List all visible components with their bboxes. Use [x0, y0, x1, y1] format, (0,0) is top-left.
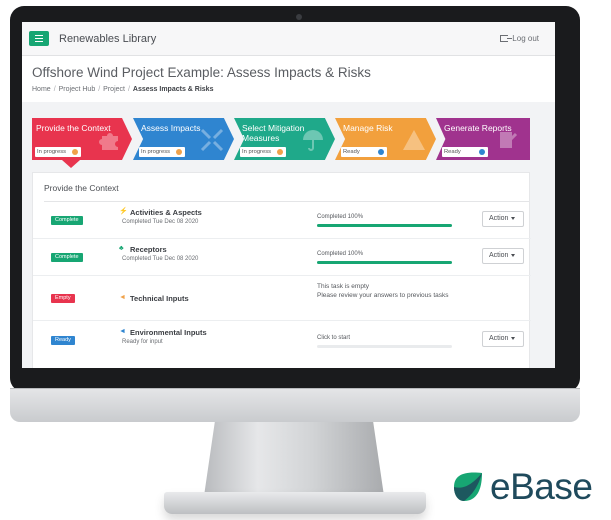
action-dropdown-button[interactable]: Action: [482, 331, 524, 347]
report-icon: [496, 128, 520, 152]
top-bar: Renewables Library Log out: [22, 22, 555, 56]
breadcrumb-current: Assess Impacts & Risks: [132, 86, 214, 93]
step-provide-context[interactable]: Provide the Context In progress: [32, 118, 132, 160]
task-row: Complete ⚡ Activities & Aspects Complete…: [33, 202, 531, 239]
camera-dot: [296, 14, 302, 20]
status-badge: Complete: [51, 253, 83, 262]
puzzle-icon: [98, 128, 122, 152]
step-status-label: In progress: [242, 149, 271, 155]
section-title: Provide the Context: [44, 183, 119, 193]
monitor-stand-foot: [164, 492, 426, 514]
task-message: This task is empty Please review your an…: [317, 283, 449, 299]
step-generate-reports[interactable]: Generate Reports Ready: [436, 118, 530, 160]
step-status: In progress: [240, 147, 286, 157]
step-status-label: Ready: [343, 149, 360, 155]
progress-fill: [317, 261, 452, 264]
workflow-steps: Provide the Context In progress Assess I…: [32, 118, 530, 160]
logout-icon: [500, 35, 513, 42]
breadcrumb-separator: /: [98, 86, 101, 93]
caret-down-icon: [511, 336, 516, 340]
progress-bar: [317, 224, 452, 227]
task-name[interactable]: Environmental Inputs: [130, 328, 207, 337]
breadcrumb: Home / Project Hub / Project / Assess Im…: [32, 86, 555, 93]
step-status: In progress: [139, 147, 185, 157]
progress-label: Completed 100%: [317, 251, 364, 257]
progress-label: Click to start: [317, 335, 351, 341]
task-name[interactable]: Activities & Aspects: [130, 208, 202, 217]
step-assess-impacts[interactable]: Assess Impacts In progress: [133, 118, 234, 160]
progress-fill: [317, 224, 452, 227]
step-status: Ready: [442, 147, 488, 157]
app-title: Renewables Library: [59, 32, 157, 45]
logout-link[interactable]: Log out: [500, 34, 539, 43]
step-manage-risk[interactable]: Manage Risk Ready: [335, 118, 436, 160]
task-subtitle: Ready for input: [122, 339, 163, 345]
brand-name: eBase: [490, 466, 593, 507]
task-name[interactable]: Receptors: [130, 245, 167, 254]
action-dropdown-button[interactable]: Action: [482, 248, 524, 264]
task-name[interactable]: Technical Inputs: [130, 294, 189, 303]
status-dot-icon: [277, 149, 283, 155]
step-status: In progress: [35, 147, 81, 157]
breadcrumb-project-hub[interactable]: Project Hub: [59, 86, 96, 93]
breadcrumb-separator: /: [53, 86, 56, 93]
lightning-icon: ⚡: [119, 208, 128, 215]
active-step-pointer: [62, 160, 80, 168]
monitor-stand-neck: [204, 422, 384, 496]
status-badge: Empty: [51, 294, 75, 303]
action-dropdown-button[interactable]: Action: [482, 211, 524, 227]
monitor-chin: [10, 388, 580, 422]
progress-label: Completed 100%: [317, 214, 364, 220]
warning-icon: [402, 128, 426, 152]
page-header: Offshore Wind Project Example: Assess Im…: [22, 56, 555, 102]
status-dot-icon: [378, 149, 384, 155]
action-label: Action: [489, 252, 509, 259]
status-dot-icon: [176, 149, 182, 155]
ebase-leaf-icon: [454, 472, 482, 501]
task-subtitle: Completed Tue Dec 08 2020: [122, 256, 199, 262]
step-status: Ready: [341, 147, 387, 157]
task-row: Ready ◄ Environmental Inputs Ready for i…: [33, 321, 531, 361]
megaphone-icon: ◄: [119, 294, 126, 301]
logout-label: Log out: [512, 34, 539, 43]
hamburger-menu-button[interactable]: [29, 31, 49, 46]
step-select-mitigation[interactable]: Select Mitigation Measures In progress: [234, 118, 335, 160]
page-title: Offshore Wind Project Example: Assess Im…: [32, 65, 371, 80]
action-label: Action: [489, 215, 509, 222]
arrows-icon: [200, 128, 224, 152]
screen: Renewables Library Log out Offshore Wind…: [22, 22, 555, 368]
breadcrumb-separator: /: [127, 86, 130, 93]
task-subtitle: Completed Tue Dec 08 2020: [122, 219, 199, 225]
ebase-logo: eBase: [448, 466, 593, 508]
breadcrumb-home[interactable]: Home: [32, 86, 51, 93]
step-status-label: In progress: [141, 149, 170, 155]
caret-down-icon: [511, 216, 516, 220]
umbrella-icon: [301, 128, 325, 152]
step-status-label: Ready: [444, 149, 461, 155]
megaphone-icon: ◄: [119, 328, 126, 335]
status-dot-icon: [72, 149, 78, 155]
task-card: Provide the Context Complete ⚡ Activitie…: [32, 172, 531, 368]
status-badge: Complete: [51, 216, 83, 225]
step-status-label: In progress: [37, 149, 66, 155]
task-row: Complete ♣ Receptors Completed Tue Dec 0…: [33, 239, 531, 276]
action-label: Action: [489, 335, 509, 342]
breadcrumb-project[interactable]: Project: [103, 86, 125, 93]
tree-icon: ♣: [119, 245, 124, 252]
progress-bar: [317, 261, 452, 264]
status-dot-icon: [479, 149, 485, 155]
caret-down-icon: [511, 253, 516, 257]
task-row: Empty ◄ Technical Inputs This task is em…: [33, 276, 531, 321]
progress-bar: [317, 345, 452, 348]
status-badge: Ready: [51, 336, 75, 345]
